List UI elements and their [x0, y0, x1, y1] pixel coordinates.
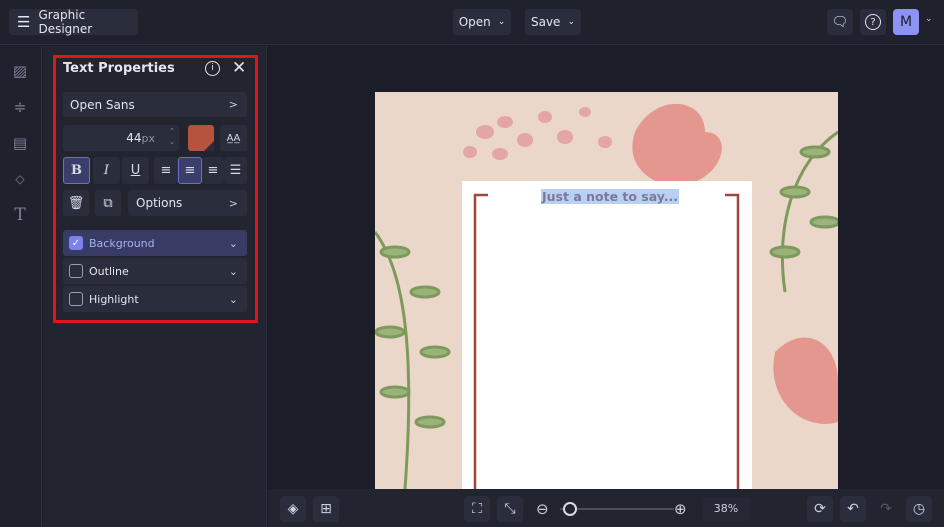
save-button[interactable]: Save ⌄ — [525, 9, 581, 35]
letter-spacing-icon: A̲A̲ — [226, 132, 241, 144]
align-right-button[interactable]: ≡ — [202, 157, 224, 184]
grid-icon: ⊞ — [320, 501, 332, 517]
avatar-letter: M — [899, 14, 913, 30]
top-bar: ☰ Graphic Designer Open ⌄ Save ⌄ 🗨 ? M ⌄ — [0, 0, 944, 45]
undo-icon: ↶ — [847, 501, 859, 517]
canvas-text[interactable]: Just a note to say... — [541, 189, 680, 204]
font-selector[interactable]: Open Sans > — [63, 92, 247, 117]
align-center-button[interactable]: ≡ — [178, 157, 202, 184]
app-title: Graphic Designer — [38, 8, 93, 36]
zoom-level[interactable]: 38% — [703, 497, 749, 521]
duplicate-button[interactable]: ⧉ — [95, 190, 121, 216]
fit-button[interactable]: ⛶ — [464, 496, 490, 522]
zoom-in-icon[interactable]: ⊕ — [674, 500, 687, 518]
close-icon[interactable]: ✕ — [232, 58, 246, 78]
redo-button[interactable]: ↷ — [873, 496, 899, 522]
rotate-button[interactable]: ⟳ — [807, 496, 833, 522]
shapes-icon[interactable]: ◇ — [11, 170, 29, 188]
undo-button[interactable]: ↶ — [840, 496, 866, 522]
zoom-slider[interactable] — [560, 502, 674, 516]
history-icon: ◷ — [912, 501, 926, 517]
font-size-value: 44 — [126, 131, 142, 145]
zoom-slider-thumb[interactable] — [563, 502, 577, 516]
chevron-right-icon: > — [228, 196, 238, 210]
help-icon: ? — [865, 14, 881, 30]
options-button[interactable]: Options > — [128, 190, 247, 216]
help-button[interactable]: ? — [860, 9, 886, 35]
bold-button[interactable]: B — [63, 157, 90, 184]
menu-button[interactable]: ☰ Graphic Designer — [9, 8, 138, 36]
collapse-icon: ⤡ — [504, 501, 516, 517]
chevron-down-icon: ⌄ — [567, 17, 575, 27]
left-rail: ▨ ≑ ▤ ◇ T — [0, 46, 42, 527]
align-left-button[interactable]: ≡ — [154, 157, 178, 184]
refresh-icon: ⟳ — [814, 501, 826, 517]
letter-spacing-button[interactable]: A̲A̲ — [220, 125, 247, 151]
italic-button[interactable]: I — [93, 157, 120, 184]
delete-button[interactable]: 🗑 — [63, 190, 89, 216]
text-color-swatch[interactable] — [188, 125, 214, 151]
image-icon[interactable]: ▨ — [11, 62, 29, 80]
chevron-down-icon[interactable]: ⌄ — [925, 14, 933, 24]
trash-icon: 🗑 — [67, 195, 85, 211]
layers-icon: ◈ — [287, 501, 299, 517]
workspace: Just a note to say... — [268, 46, 944, 489]
underline-button[interactable]: U — [122, 157, 149, 184]
font-size-input[interactable]: 44 px ⌃ ⌄ — [63, 125, 179, 151]
stepper-icon[interactable]: ⌃ ⌄ — [169, 126, 175, 148]
chevron-right-icon: > — [228, 98, 238, 111]
checkbox-checked[interactable]: ✓ — [69, 236, 83, 250]
design-canvas[interactable] — [375, 92, 838, 489]
outline-label: Outline — [89, 264, 129, 278]
grid-button[interactable]: ⊞ — [313, 496, 339, 522]
highlight-toggle[interactable]: Highlight ⌄ — [63, 286, 247, 312]
layers-button[interactable]: ◈ — [280, 496, 306, 522]
background-toggle[interactable]: ✓ Background ⌄ — [63, 230, 247, 256]
open-label: Open — [458, 15, 491, 29]
open-button[interactable]: Open ⌄ — [453, 9, 511, 35]
shrink-button[interactable]: ⤡ — [497, 496, 523, 522]
hamburger-icon: ☰ — [17, 13, 31, 31]
justify-button[interactable]: ☰ — [224, 157, 247, 184]
background-label: Background — [89, 236, 155, 250]
bottom-toolbar: ◈ ⊞ ⛶ ⤡ ⊖ ⊕ 38% ⟳ ↶ ↷ ◷ — [268, 489, 944, 527]
chevron-down-icon: ⌄ — [228, 236, 238, 250]
font-size-unit: px — [141, 131, 156, 145]
checkbox[interactable] — [69, 264, 83, 278]
options-label: Options — [136, 196, 183, 210]
info-icon[interactable]: i — [205, 61, 220, 76]
expand-icon: ⛶ — [472, 501, 482, 517]
save-label: Save — [530, 15, 561, 29]
checkbox[interactable] — [69, 292, 83, 306]
adjustments-icon[interactable]: ≑ — [11, 98, 29, 116]
chevron-down-icon: ⌄ — [228, 264, 238, 278]
zoom-out-icon[interactable]: ⊖ — [536, 500, 549, 518]
outline-toggle[interactable]: Outline ⌄ — [63, 258, 247, 284]
duplicate-icon: ⧉ — [103, 195, 113, 211]
text-icon[interactable]: T — [11, 206, 29, 224]
comment-icon: 🗨 — [831, 14, 849, 30]
avatar[interactable]: M — [893, 9, 919, 35]
history-button[interactable]: ◷ — [906, 496, 932, 522]
chevron-down-icon: ⌄ — [228, 292, 238, 306]
font-name: Open Sans — [70, 97, 135, 112]
comments-button[interactable]: 🗨 — [827, 9, 853, 35]
panel-title: Text Properties — [63, 61, 175, 76]
chevron-down-icon: ⌄ — [497, 17, 506, 27]
layout-icon[interactable]: ▤ — [11, 134, 29, 152]
highlight-label: Highlight — [89, 292, 139, 306]
redo-icon: ↷ — [880, 501, 892, 517]
